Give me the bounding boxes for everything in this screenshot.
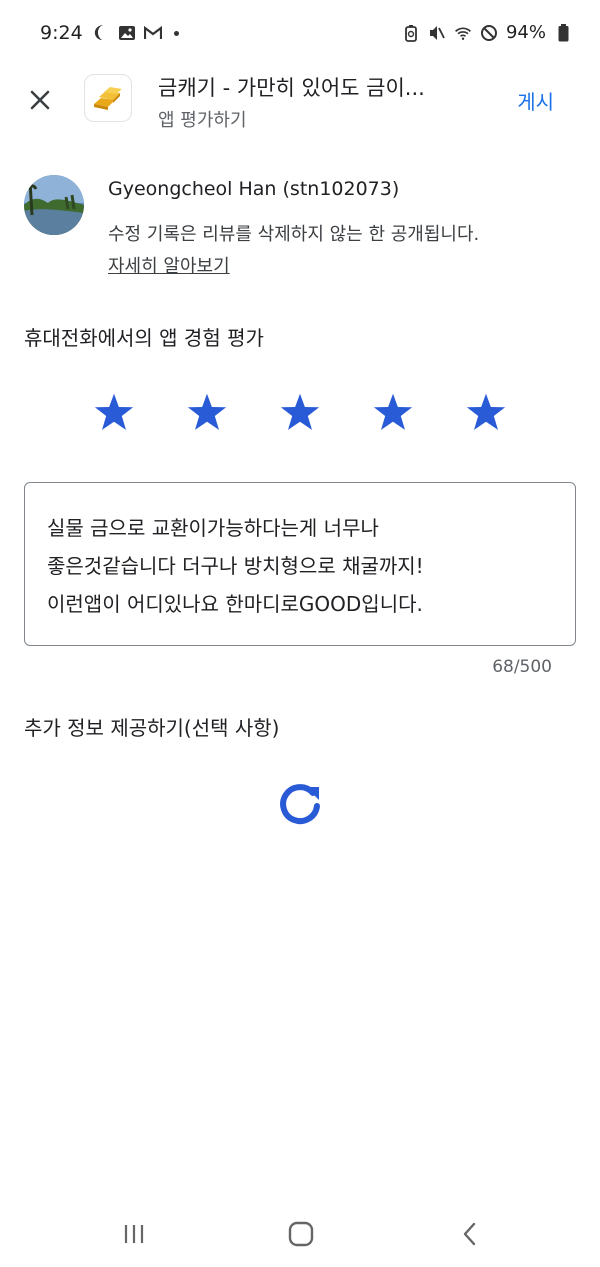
recents-button[interactable] — [114, 1218, 154, 1250]
edit-history-notice: 수정 기록은 리뷰를 삭제하지 않는 한 공개됩니다. — [108, 224, 480, 245]
back-icon — [463, 1222, 476, 1246]
status-left-icons — [92, 24, 179, 42]
rating-label: 휴대전화에서의 앱 경험 평가 — [24, 326, 264, 350]
page-subtitle: 앱 평가하기 — [158, 110, 247, 131]
post-button[interactable]: 게시 — [517, 86, 554, 115]
battery-saver-icon — [402, 24, 420, 42]
mute-icon — [428, 24, 446, 42]
avatar — [24, 175, 84, 235]
review-text: 실물 금으로 교환이가능하다는게 너무나 좋은것같습니다 더구나 방치형으로 채… — [47, 516, 424, 616]
close-button[interactable] — [22, 82, 58, 118]
weather-icon — [92, 24, 110, 42]
star-1[interactable] — [90, 388, 138, 436]
character-count: 68/500 — [492, 657, 552, 677]
home-icon — [288, 1221, 314, 1247]
refresh-button[interactable] — [272, 776, 328, 832]
star-icon — [373, 393, 413, 430]
user-name: Gyeongcheol Han (stn102073) — [108, 178, 400, 200]
battery-icon — [554, 23, 572, 42]
star-5[interactable] — [462, 388, 510, 436]
close-icon — [30, 90, 50, 110]
extra-info-label: 추가 정보 제공하기(선택 사항) — [24, 716, 280, 740]
learn-more-link[interactable]: 자세히 알아보기 — [108, 252, 230, 278]
battery-percent: 94% — [505, 22, 546, 43]
star-2[interactable] — [183, 388, 231, 436]
gmail-icon — [144, 24, 162, 42]
star-3[interactable] — [276, 388, 324, 436]
review-header: 금캐기 - 가만히 있어도 금이... 앱 평가하기 게시 — [0, 60, 600, 140]
app-icon — [84, 74, 132, 122]
star-icon — [94, 393, 134, 430]
system-nav-bar — [0, 1200, 600, 1267]
gallery-icon — [118, 24, 136, 42]
home-button[interactable] — [281, 1218, 321, 1250]
dnd-icon — [480, 24, 498, 42]
app-title: 금캐기 - 가만히 있어도 금이... — [158, 76, 425, 100]
recents-icon — [124, 1225, 144, 1243]
notification-dot — [174, 30, 179, 36]
wifi-icon — [454, 24, 472, 42]
status-time: 9:24 — [40, 22, 83, 44]
status-right-icons: 94% — [402, 22, 572, 43]
star-rating — [90, 388, 510, 436]
back-button[interactable] — [450, 1218, 490, 1250]
refresh-icon — [280, 784, 320, 825]
gold-bars-icon — [94, 87, 122, 110]
star-icon — [466, 393, 506, 430]
review-text-field[interactable]: 실물 금으로 교환이가능하다는게 너무나 좋은것같습니다 더구나 방치형으로 채… — [24, 482, 576, 646]
star-icon — [280, 393, 320, 430]
star-4[interactable] — [369, 388, 417, 436]
star-icon — [187, 393, 227, 430]
